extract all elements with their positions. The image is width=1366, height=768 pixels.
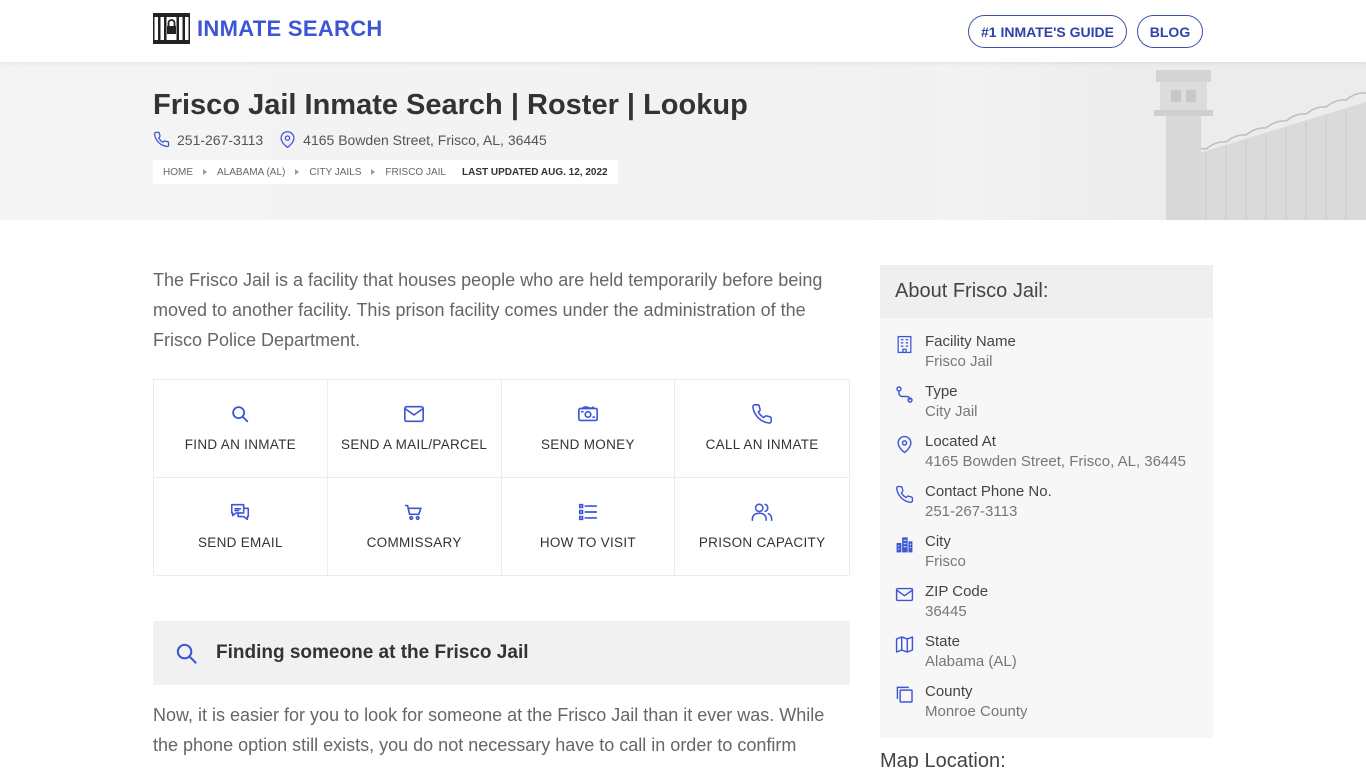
route-icon bbox=[896, 386, 913, 403]
about-value: 4165 Bowden Street, Frisco, AL, 36445 bbox=[925, 453, 1186, 470]
zip-code-item: ZIP Code 36445 bbox=[880, 582, 1213, 632]
type-item: Type City Jail bbox=[880, 382, 1213, 432]
about-value: Frisco Jail bbox=[925, 353, 993, 370]
phone-icon bbox=[752, 404, 773, 424]
intro-paragraph: The Frisco Jail is a facility that house… bbox=[153, 270, 823, 350]
breadcrumb: HOME ALABAMA (AL) CITY JAILS FRISCO JAIL bbox=[153, 160, 456, 184]
contact-phone-item: Contact Phone No. 251-267-3113 bbox=[880, 482, 1213, 532]
action-label: SEND EMAIL bbox=[197, 535, 283, 550]
search-icon bbox=[232, 406, 249, 423]
breadcrumb-separator-icon bbox=[371, 169, 376, 175]
city-icon bbox=[896, 537, 913, 553]
map-pin-icon bbox=[280, 131, 295, 148]
breadcrumb-separator-icon bbox=[203, 169, 207, 175]
commissary-button[interactable]: COMMISSARY bbox=[328, 478, 502, 576]
map-location-heading: Map Location: bbox=[880, 750, 1006, 768]
breadcrumb-current[interactable]: FRISCO JAIL bbox=[385, 167, 446, 178]
about-value: 251-267-3113 bbox=[925, 503, 1018, 520]
breadcrumb-state[interactable]: ALABAMA (AL) bbox=[217, 167, 285, 178]
find-inmate-button[interactable]: FIND AN INMATE bbox=[154, 380, 328, 478]
logo-text: INMATE SEARCH bbox=[197, 15, 383, 41]
city-item: City Frisco bbox=[880, 532, 1213, 582]
search-icon bbox=[176, 643, 197, 664]
breadcrumb-home[interactable]: HOME bbox=[163, 167, 193, 178]
about-label: Located At bbox=[925, 433, 996, 450]
location-item: Located At 4165 Bowden Street, Frisco, AL… bbox=[880, 432, 1213, 482]
about-label: Type bbox=[925, 383, 958, 400]
list-icon bbox=[578, 503, 597, 521]
about-label: State bbox=[925, 633, 961, 650]
call-inmate-button[interactable]: CALL AN INMATE bbox=[675, 380, 849, 478]
about-label: Contact Phone No. bbox=[925, 483, 1052, 500]
about-value: Alabama (AL) bbox=[925, 653, 1017, 670]
send-money-button[interactable]: SEND MONEY bbox=[501, 380, 676, 478]
finding-paragraph: Now, it is easier for you to look for so… bbox=[153, 705, 825, 755]
money-icon bbox=[577, 406, 598, 422]
about-label: ZIP Code bbox=[925, 583, 989, 600]
action-label: HOW TO VISIT bbox=[539, 535, 636, 550]
breadcrumb-city-jails[interactable]: CITY JAILS bbox=[309, 167, 361, 178]
about-heading: About Frisco Jail: bbox=[880, 265, 1213, 318]
about-label: County bbox=[925, 683, 973, 700]
action-label: PRISON CAPACITY bbox=[698, 535, 826, 550]
copy-icon bbox=[896, 686, 913, 703]
about-label: Facility Name bbox=[925, 333, 1016, 350]
phone-icon bbox=[153, 131, 170, 148]
about-value: City Jail bbox=[925, 403, 978, 420]
blog-button[interactable]: BLOG bbox=[1137, 15, 1203, 48]
about-value: Monroe County bbox=[925, 703, 1028, 720]
hero-phone-link[interactable]: 251-267-3113 bbox=[177, 132, 263, 148]
envelope-icon bbox=[895, 587, 914, 602]
breadcrumb-separator-icon bbox=[295, 169, 300, 175]
hero-banner: Frisco Jail Inmate Search | Roster | Loo… bbox=[0, 62, 1366, 220]
action-grid: FIND AN INMATE SEND A MAIL/PARCEL SEND M… bbox=[153, 379, 850, 576]
map-icon bbox=[895, 636, 914, 653]
state-item: State Alabama (AL) bbox=[880, 632, 1213, 682]
action-label: SEND A MAIL/PARCEL bbox=[341, 437, 488, 452]
jail-lock-icon bbox=[153, 13, 190, 44]
top-navbar: INMATE SEARCH #1 INMATE'S GUIDE BLOG bbox=[0, 0, 1366, 62]
finding-heading: Finding someone at the Frisco Jail bbox=[216, 642, 529, 663]
action-label: FIND AN INMATE bbox=[184, 437, 296, 452]
hero-address: 4165 Bowden Street, Frisco, AL, 36445 bbox=[303, 131, 547, 148]
last-updated-badge: LAST UPDATED AUG. 12, 2022 bbox=[452, 160, 618, 184]
facility-name-item: Facility Name Frisco Jail bbox=[880, 332, 1213, 382]
prison-tower-illustration bbox=[936, 62, 1366, 220]
cart-icon bbox=[405, 504, 422, 521]
chat-icon bbox=[231, 503, 250, 521]
prison-capacity-button[interactable]: PRISON CAPACITY bbox=[675, 478, 849, 576]
about-list: Facility Name Frisco Jail Type City Jail L… bbox=[880, 318, 1213, 732]
users-icon bbox=[751, 503, 773, 522]
inmates-guide-button[interactable]: #1 INMATE'S GUIDE bbox=[968, 15, 1127, 48]
phone-icon bbox=[895, 485, 914, 504]
county-item: County Monroe County bbox=[880, 682, 1213, 732]
facility-contact-row: 251-267-3113 4165 Bowden Street, Frisco,… bbox=[153, 131, 547, 148]
building-icon bbox=[897, 335, 912, 354]
map-pin-icon bbox=[897, 435, 912, 454]
how-to-visit-button[interactable]: HOW TO VISIT bbox=[502, 478, 676, 576]
about-value: Frisco bbox=[925, 553, 966, 570]
site-logo[interactable]: INMATE SEARCH bbox=[153, 13, 383, 44]
send-mail-button[interactable]: SEND A MAIL/PARCEL bbox=[327, 380, 502, 478]
mail-icon bbox=[404, 405, 425, 423]
finding-section-header: Finding someone at the Frisco Jail bbox=[153, 621, 850, 685]
action-label: COMMISSARY bbox=[366, 535, 462, 550]
action-label: SEND MONEY bbox=[540, 437, 635, 452]
about-value: 36445 bbox=[925, 603, 967, 620]
send-email-button[interactable]: SEND EMAIL bbox=[154, 478, 328, 576]
action-label: CALL AN INMATE bbox=[705, 437, 819, 452]
about-label: City bbox=[925, 533, 951, 550]
about-facility-panel: About Frisco Jail: Facility Name Frisco J… bbox=[880, 265, 1213, 738]
page-title: Frisco Jail Inmate Search | Roster | Loo… bbox=[153, 89, 748, 121]
